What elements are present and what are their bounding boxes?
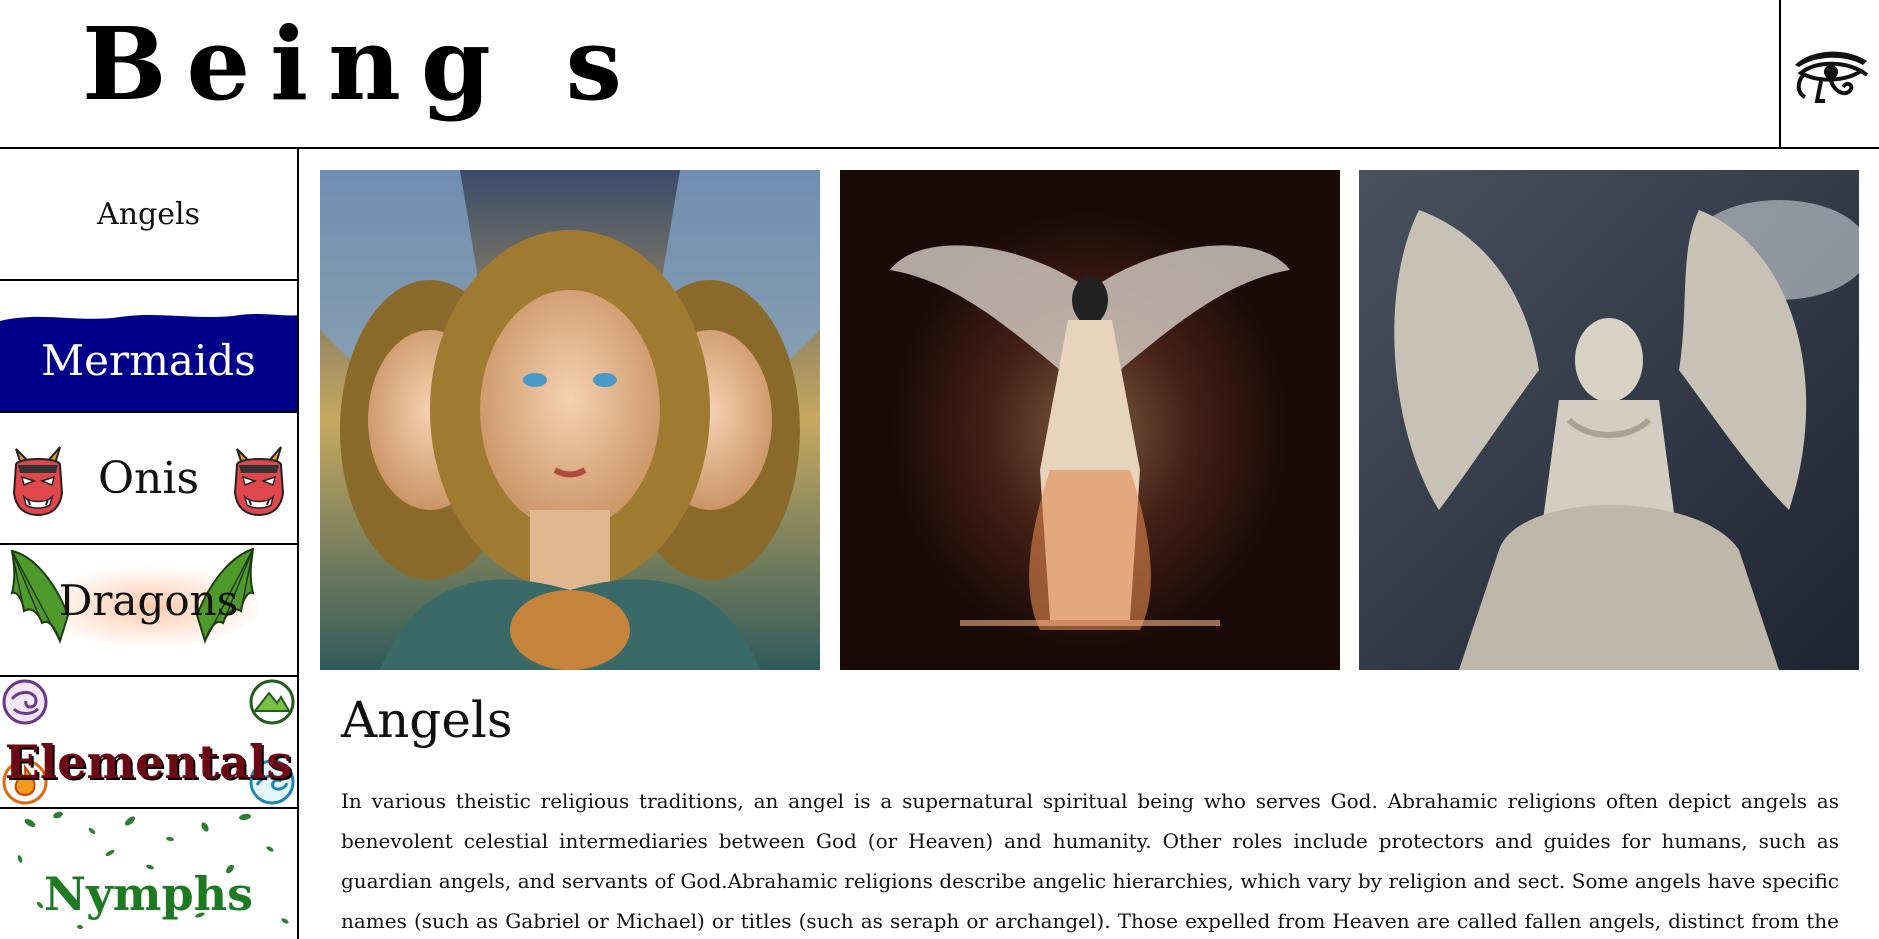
sidebar-item-label: Angels (97, 196, 200, 232)
oni-mask-icon (233, 446, 285, 517)
sidebar-item-dragons[interactable]: Dragons (0, 545, 297, 677)
logo-box[interactable] (1779, 0, 1879, 149)
eye-of-horus-icon[interactable] (1791, 45, 1869, 105)
section-body: In various theistic religious traditions… (341, 789, 1839, 933)
sidebar-item-onis[interactable]: Onis (0, 413, 297, 545)
angel-statue-image (1359, 170, 1859, 670)
sidebar-item-label: Elementals (4, 735, 293, 789)
sidebar-item-label: Nymphs (44, 867, 253, 921)
site-header: Being s (0, 0, 1879, 149)
section-title: Angels (341, 691, 513, 749)
main-content: Angels In various theistic religious tra… (301, 151, 1879, 939)
sidebar-item-elementals[interactable]: Elementals (0, 677, 297, 809)
sidebar-item-label: Onis (97, 452, 200, 504)
site-title[interactable]: Being s (82, 14, 642, 114)
sidebar-nav: Angels Mermaids Onis Dragons Elementals … (0, 149, 299, 939)
angels-painting-image (320, 170, 820, 670)
gallery-image-1[interactable] (320, 170, 820, 670)
air-element-icon (2, 679, 48, 725)
oni-mask-icon (12, 446, 64, 517)
sidebar-item-label: Dragons (58, 575, 239, 625)
sidebar-item-nymphs[interactable]: Nymphs (0, 809, 297, 939)
sidebar-item-angels[interactable]: Angels (0, 149, 297, 281)
dark-angel-image (840, 170, 1340, 670)
gallery-image-3[interactable] (1359, 170, 1859, 670)
gallery-image-2[interactable] (840, 170, 1340, 670)
sidebar-item-label: Mermaids (41, 335, 256, 385)
sidebar-item-mermaids[interactable]: Mermaids (0, 281, 297, 413)
earth-element-icon (249, 679, 295, 725)
